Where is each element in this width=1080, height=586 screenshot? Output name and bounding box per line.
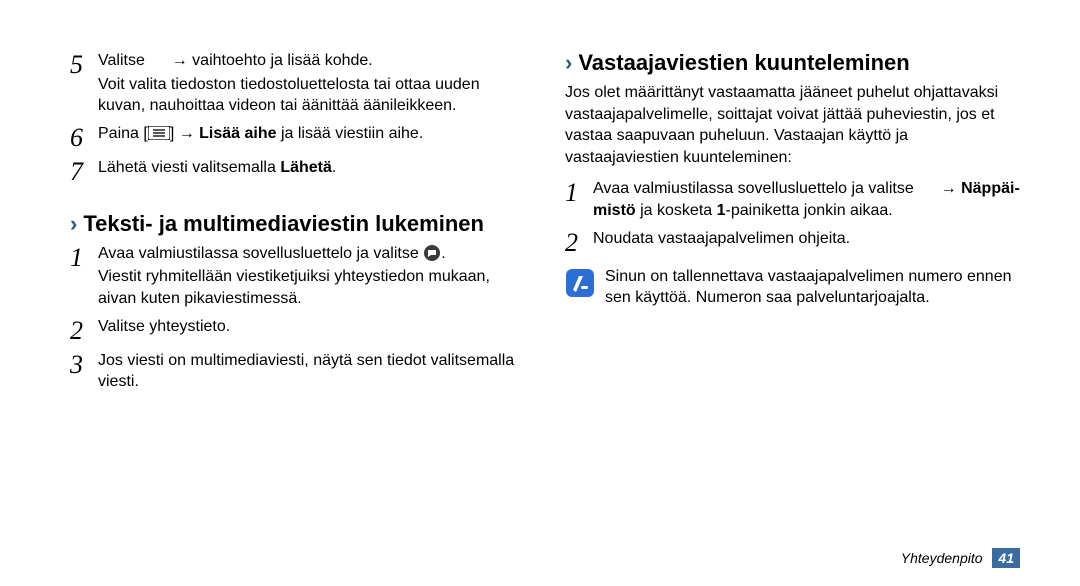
text-bold: 1 [717, 202, 726, 219]
step-body: Paina [ ] → Lisää aihe ja lisää viestiin … [98, 123, 525, 145]
text: -painiketta jonkin aikaa. [726, 202, 893, 219]
text: Avaa valmiustilassa sovellusluettelo ja … [98, 245, 423, 262]
note-icon [565, 268, 595, 303]
step-body: Avaa valmiustilassa sovellusluettelo ja … [593, 178, 1020, 221]
step-body: Noudata vastaajapalvelimen ohjeita. [593, 228, 1020, 250]
step-number: 1 [70, 243, 98, 271]
step-2: 2 Valitse yhteystieto. [70, 316, 525, 344]
step-number: 2 [70, 316, 98, 344]
step-body: Avaa valmiustilassa sovellusluettelo ja … [98, 243, 525, 310]
step-number: 2 [565, 228, 593, 256]
step-1: 1 Avaa valmiustilassa sovellusluettelo j… [70, 243, 525, 310]
intro-paragraph: Jos olet määrittänyt vastaamatta jääneet… [565, 82, 1020, 168]
text: Voit valita tiedoston tiedostoluettelost… [98, 74, 525, 117]
chevron-icon: › [70, 213, 77, 235]
note: Sinun on tallennettava vastaajapalvelime… [565, 266, 1020, 309]
step-number: 6 [70, 123, 98, 151]
text: Jos viesti on multimediaviesti, näytä se… [98, 352, 514, 391]
text: Paina [ [98, 125, 148, 142]
text: . [332, 159, 336, 176]
step-1: 1 Avaa valmiustilassa sovellusluettelo j… [565, 178, 1020, 221]
chevron-icon: › [565, 52, 572, 74]
heading-text: Teksti- ja multimediaviestin lukeminen [83, 211, 484, 237]
step-number: 3 [70, 350, 98, 378]
step-3: 3 Jos viesti on multimediaviesti, näytä … [70, 350, 525, 393]
step-number: 5 [70, 50, 98, 78]
text: Valitse yhteystieto. [98, 318, 230, 335]
text-bold: Lähetä [280, 159, 332, 176]
footer-section: Yhteydenpito [901, 550, 983, 566]
step-2: 2 Noudata vastaajapalvelimen ohjeita. [565, 228, 1020, 256]
footer-page-number: 41 [992, 548, 1020, 568]
step-number: 1 [565, 178, 593, 206]
step-body: Valitse yhteystieto. [98, 316, 525, 338]
text: Noudata vastaajapalvelimen ohjeita. [593, 230, 850, 247]
section-heading: › Vastaajaviestien kuunteleminen [565, 50, 1020, 76]
section-heading: › Teksti- ja multimediaviestin lukeminen [70, 211, 525, 237]
step-body: Jos viesti on multimediaviesti, näytä se… [98, 350, 525, 393]
text: ja kosketa [636, 202, 717, 219]
text: ja lisää viestiin aihe. [277, 125, 424, 142]
text-bold: Lisää aihe [199, 125, 276, 142]
text: . [441, 245, 445, 262]
page-footer: Yhteydenpito 41 [901, 550, 1020, 566]
text: Lähetä viesti valitsemalla [98, 159, 280, 176]
note-text: Sinun on tallennettava vastaajapalvelime… [605, 266, 1020, 309]
step-5: 5 Valitse → vaihtoehto ja lisää kohde. V… [70, 50, 525, 117]
text: Viestit ryhmitellään viestiketjuiksi yht… [98, 266, 525, 309]
messaging-app-icon [423, 244, 441, 262]
text: → vaihtoehto ja lisää kohde. [167, 52, 372, 69]
step-body: Lähetä viesti valitsemalla Lähetä. [98, 157, 525, 179]
text: ] → [170, 125, 199, 142]
phone-app-icon [918, 179, 936, 197]
attach-icon [149, 52, 167, 68]
text: → [936, 180, 961, 197]
menu-key-icon [148, 126, 170, 140]
step-number: 7 [70, 157, 98, 185]
step-7: 7 Lähetä viesti valitsemalla Lähetä. [70, 157, 525, 185]
heading-text: Vastaajaviestien kuunteleminen [578, 50, 909, 76]
step-body: Valitse → vaihtoehto ja lisää kohde. Voi… [98, 50, 525, 117]
text: Avaa valmiustilassa sovellusluettelo ja … [593, 180, 918, 197]
step-6: 6 Paina [ ] → Lisää aihe ja lisää viestii… [70, 123, 525, 151]
text: Valitse [98, 52, 149, 69]
